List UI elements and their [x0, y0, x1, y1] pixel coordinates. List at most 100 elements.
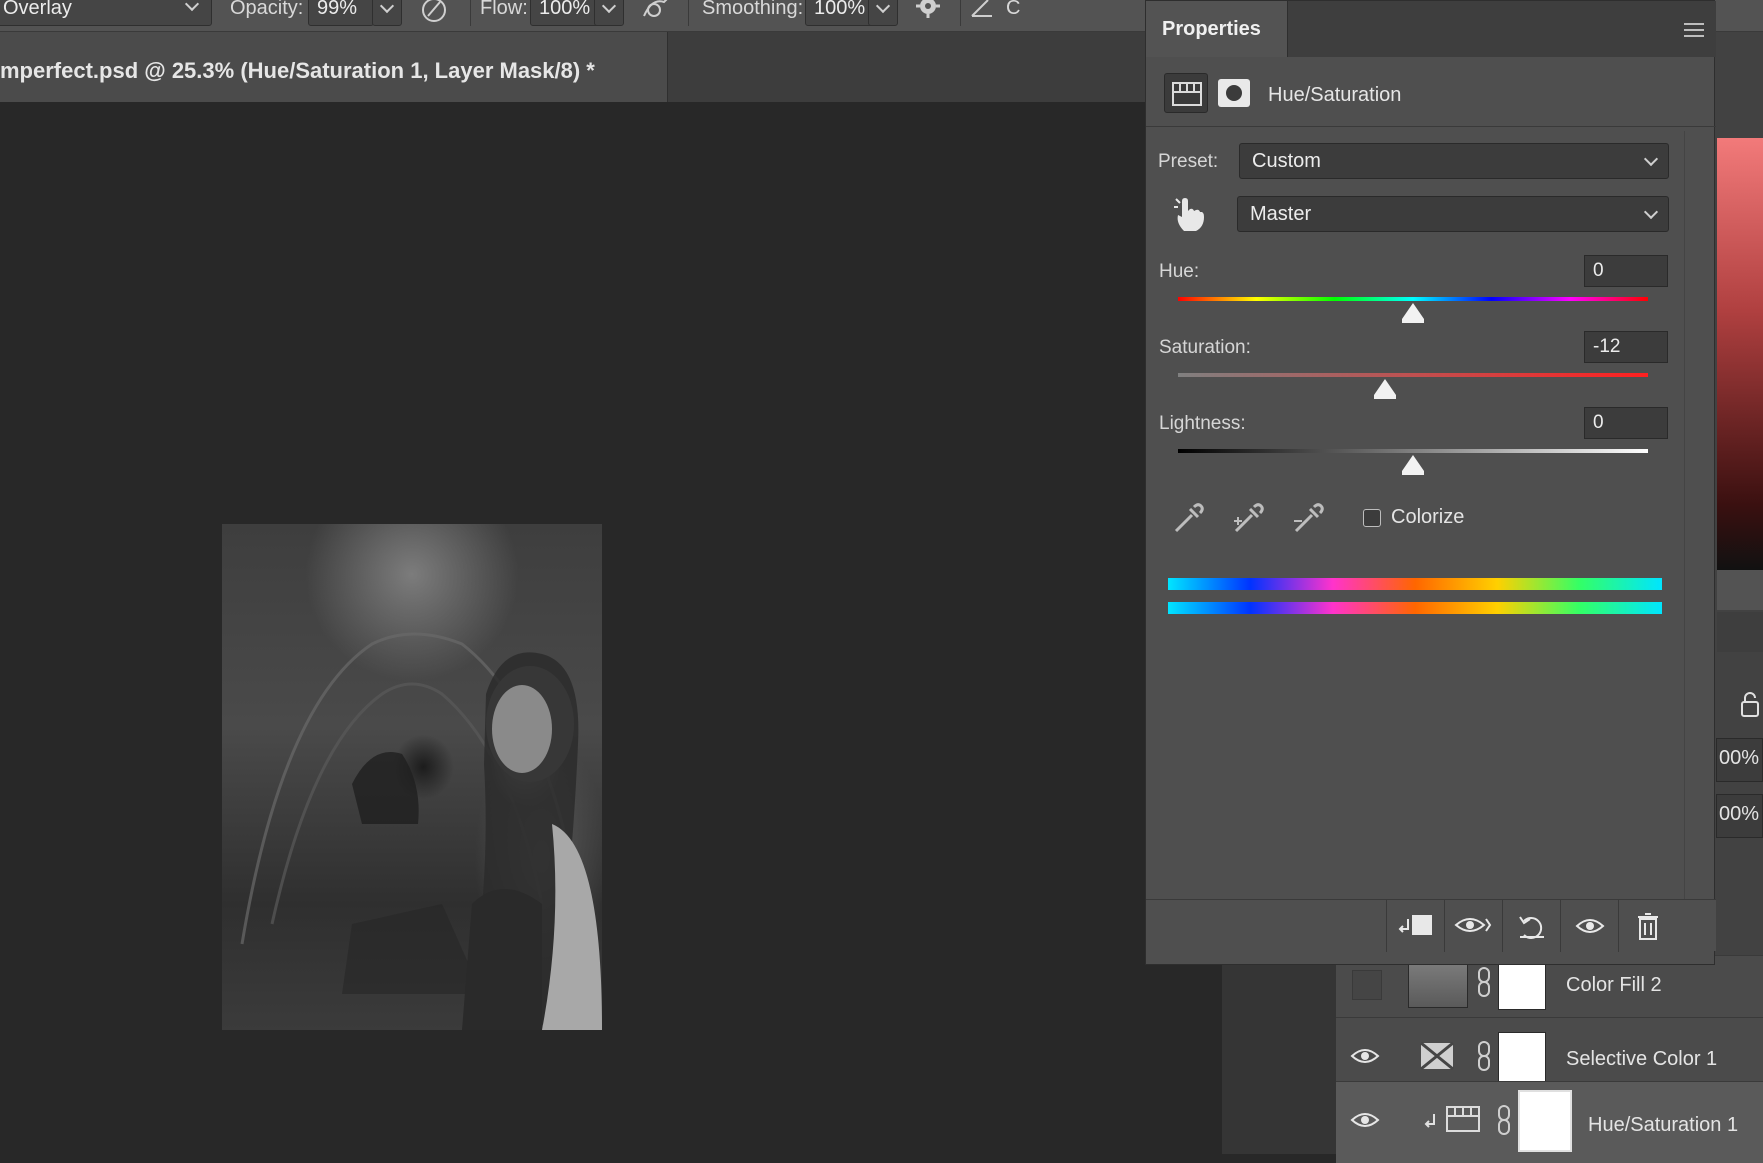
saturation-slider-track[interactable] [1178, 373, 1648, 377]
gear-icon[interactable] [914, 0, 944, 24]
trash-icon [1637, 913, 1658, 940]
link-icon[interactable] [1476, 1040, 1492, 1072]
properties-footer [1146, 899, 1716, 952]
smoothing-dropdown[interactable] [868, 0, 898, 26]
image-illustration [240, 632, 602, 1030]
layer-fill-field[interactable]: 00% [1716, 794, 1763, 838]
lightness-input[interactable]: 0 [1584, 407, 1668, 439]
channel-value: Master [1250, 203, 1312, 225]
airbrush-pressure-icon[interactable] [420, 0, 450, 26]
visibility-eye-icon[interactable] [1350, 1046, 1380, 1066]
hue-spectrum-bottom[interactable] [1168, 602, 1662, 614]
layer-fill-value: 00% [1719, 803, 1760, 825]
visibility-eye-icon[interactable] [1350, 1110, 1380, 1130]
lightness-slider-track[interactable] [1178, 449, 1648, 453]
layer-row-selected[interactable]: Hue/Saturation 1 [1336, 1081, 1763, 1163]
layer-opacity-field[interactable]: 00% [1716, 738, 1763, 782]
layer-name: Color Fill 2 [1566, 974, 1662, 996]
color-fill-thumbnail [1408, 964, 1468, 1008]
hue-slider-track[interactable] [1178, 297, 1648, 301]
smoothing-label: Smoothing: [702, 0, 804, 19]
layer-name: Hue/Saturation 1 [1588, 1114, 1739, 1136]
opacity-field[interactable]: 99% [308, 0, 374, 26]
flow-dropdown[interactable] [594, 0, 624, 26]
panel-menu-icon[interactable] [1684, 23, 1704, 37]
blend-mode-select[interactable]: Overlay [0, 0, 212, 26]
panel-tab-strip [1717, 612, 1763, 652]
layers-list: Color Fill 2 Selective Color 1 Hue/Satur… [1336, 955, 1763, 1163]
chevron-down-icon [184, 0, 200, 12]
clip-to-layer-icon [1398, 915, 1432, 935]
hue-spectrum-top [1168, 578, 1662, 590]
opacity-dropdown[interactable] [372, 0, 402, 26]
adjustment-header: Hue/Saturation [1146, 57, 1716, 127]
document-image[interactable] [222, 524, 602, 1030]
toggle-visibility-button[interactable] [1560, 900, 1618, 952]
preset-select[interactable]: Custom [1239, 143, 1669, 179]
delete-adjustment-button[interactable] [1618, 900, 1676, 952]
flow-value: 100% [539, 0, 591, 19]
preset-label: Preset: [1158, 151, 1219, 172]
hue-slider-thumb[interactable] [1402, 303, 1424, 323]
blend-mode-value: Overlay [3, 0, 72, 19]
flow-label: Flow: [480, 0, 528, 19]
clipping-arrow-icon [1424, 1114, 1435, 1128]
lightness-slider-thumb[interactable] [1402, 455, 1424, 475]
layer-mask-thumbnail [1498, 1032, 1546, 1088]
link-icon[interactable] [1496, 1104, 1512, 1136]
mask-icon[interactable] [1218, 79, 1250, 107]
hue-saturation-adjustment-icon [1446, 1106, 1480, 1132]
eyedropper-plus-icon[interactable] [1230, 501, 1264, 535]
hue-value: 0 [1593, 260, 1604, 281]
document-title: mperfect.psd @ 25.3% (Hue/Saturation 1, … [0, 58, 595, 83]
chevron-down-icon [875, 0, 891, 14]
eyedropper-minus-icon[interactable] [1290, 501, 1324, 535]
divider [960, 0, 961, 26]
opacity-value: 99% [317, 0, 358, 19]
divider [688, 0, 689, 26]
divider [470, 0, 471, 26]
flow-field[interactable]: 100% [530, 0, 600, 26]
color-picker-field[interactable] [1717, 138, 1763, 570]
link-icon[interactable] [1476, 966, 1492, 998]
view-previous-icon [1453, 918, 1491, 932]
saturation-input[interactable]: -12 [1584, 331, 1668, 363]
layer-opacity-value: 00% [1719, 747, 1760, 769]
angle-value-partial: C [1006, 0, 1021, 19]
lightness-value: 0 [1593, 412, 1604, 433]
lightness-label: Lightness: [1159, 413, 1246, 434]
canvas-area[interactable] [0, 102, 1222, 1154]
opacity-label: Opacity: [230, 0, 304, 19]
layer-name: Selective Color 1 [1566, 1048, 1718, 1070]
properties-panel: Properties Hue/Saturation Preset: Custom… [1145, 0, 1716, 965]
adjustment-icon[interactable] [1164, 73, 1208, 113]
lock-icon[interactable] [1740, 692, 1762, 718]
adjustment-name: Hue/Saturation [1268, 84, 1402, 106]
smoothing-field[interactable]: 100% [805, 0, 875, 26]
channel-select[interactable]: Master [1237, 196, 1669, 232]
reset-icon [1518, 916, 1544, 939]
saturation-slider-thumb[interactable] [1373, 379, 1396, 399]
chevron-down-icon [601, 0, 617, 14]
reset-button[interactable] [1502, 900, 1560, 952]
angle-icon[interactable] [968, 0, 996, 22]
selective-color-adjustment-icon [1420, 1042, 1454, 1070]
scrollbar-track[interactable] [1684, 131, 1685, 899]
airbrush-icon[interactable] [640, 0, 676, 24]
eyedropper-icon[interactable] [1170, 501, 1204, 535]
hue-input[interactable]: 0 [1584, 255, 1668, 287]
hue-label: Hue: [1159, 261, 1200, 282]
layer-mask-thumbnail-selected [1518, 1090, 1572, 1152]
clip-to-layer-button[interactable] [1386, 900, 1444, 952]
panel-tab-strip [1717, 570, 1763, 610]
visibility-toggle-off[interactable] [1352, 970, 1382, 1000]
smoothing-value: 100% [814, 0, 866, 19]
chevron-down-icon [379, 0, 395, 14]
chevron-down-icon [1643, 151, 1659, 167]
view-previous-button[interactable] [1444, 900, 1502, 952]
saturation-value: -12 [1593, 336, 1621, 357]
colorize-checkbox[interactable] [1363, 509, 1381, 527]
properties-title: Properties [1162, 18, 1261, 40]
visibility-eye-icon [1575, 919, 1604, 933]
target-adjust-hand-icon[interactable] [1172, 195, 1206, 233]
